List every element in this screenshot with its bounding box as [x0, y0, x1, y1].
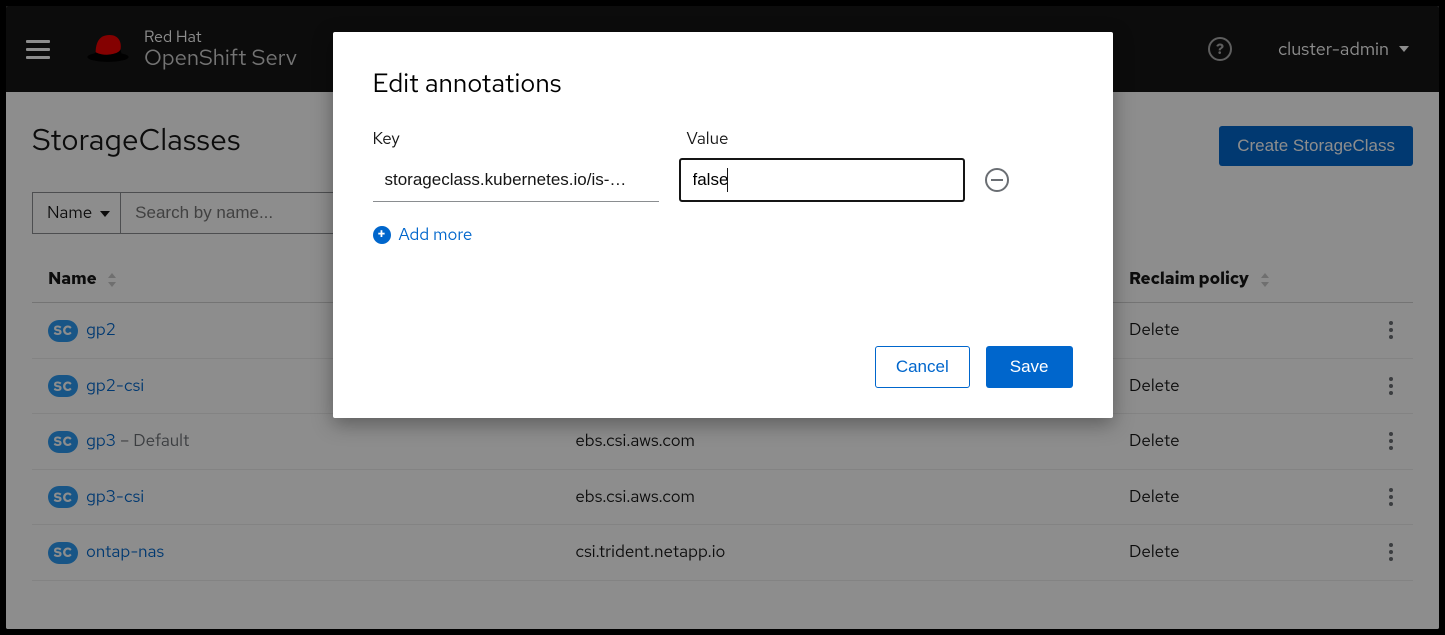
- edit-annotations-modal: Edit annotations Key Value +: [333, 32, 1113, 418]
- remove-annotation-button[interactable]: [985, 168, 1009, 192]
- value-label: Value: [687, 128, 729, 150]
- save-button[interactable]: Save: [986, 346, 1073, 388]
- add-more-link[interactable]: + Add more: [373, 224, 1073, 246]
- annotation-key-input[interactable]: [373, 158, 659, 202]
- modal-overlay[interactable]: Edit annotations Key Value +: [6, 6, 1439, 629]
- modal-title: Edit annotations: [373, 66, 1073, 100]
- plus-circle-icon: +: [373, 226, 391, 244]
- cancel-button[interactable]: Cancel: [875, 346, 970, 388]
- minus-icon: [991, 179, 1003, 181]
- key-label: Key: [373, 128, 659, 150]
- annotation-row: [373, 158, 1073, 202]
- app-frame: Red Hat OpenShift Serv ? cluster-admin S…: [6, 6, 1439, 629]
- annotation-value-input[interactable]: [679, 158, 965, 202]
- text-caret: [727, 168, 728, 192]
